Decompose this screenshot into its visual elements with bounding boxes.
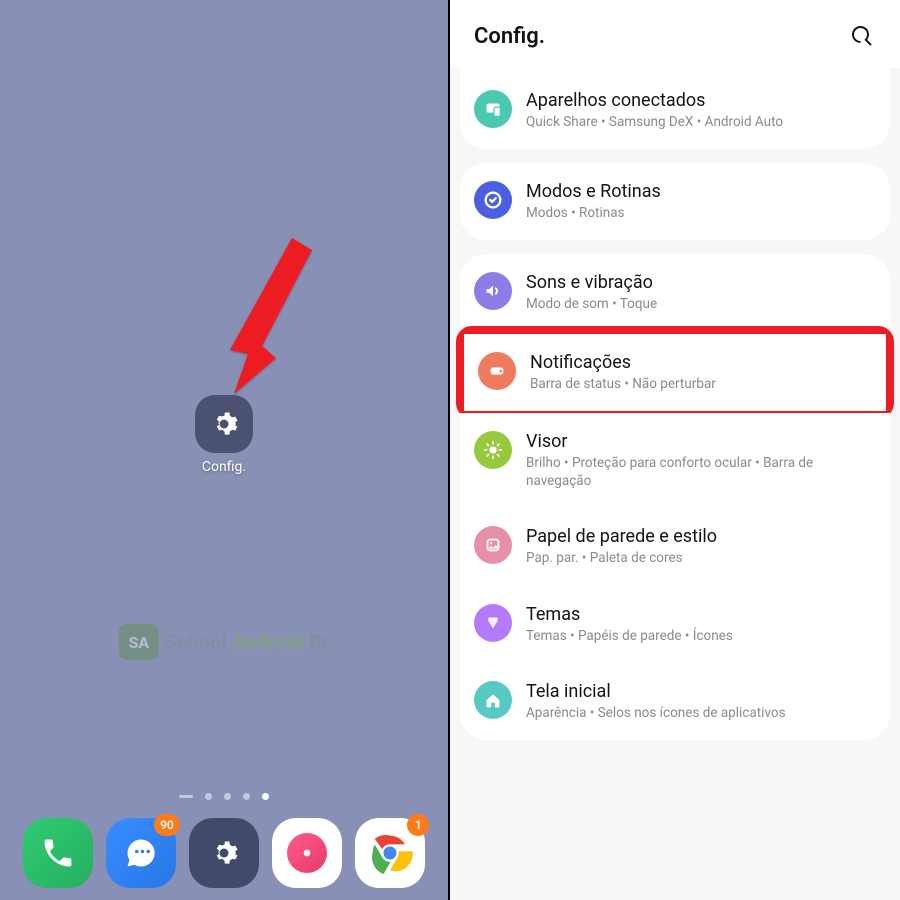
highlight-annotation: Notificações Barra de status • Não pertu… xyxy=(456,326,894,419)
settings-list[interactable]: Wi-Fi • Bluetooth • Gerenciador de chip … xyxy=(450,68,900,900)
display-row[interactable]: Visor Brilho • Proteção para conforto oc… xyxy=(460,413,890,508)
messages-badge: 90 xyxy=(154,814,180,836)
home-screen-row[interactable]: Tela inicial Aparência • Selos nos ícone… xyxy=(460,663,890,740)
search-icon xyxy=(850,24,874,48)
chrome-app-icon[interactable]: 1 xyxy=(355,818,425,888)
chrome-icon xyxy=(364,827,416,879)
row-subtitle: Aparência • Selos nos ícones de aplicati… xyxy=(526,704,876,722)
settings-header: Config. xyxy=(450,0,900,68)
row-subtitle: Pap. par. • Paleta de cores xyxy=(526,549,876,567)
settings-card: Notificações Barra de status • Não pertu… xyxy=(464,334,886,411)
search-button[interactable] xyxy=(848,22,876,50)
settings-card: Modos e Rotinas Modos • Rotinas xyxy=(460,163,890,240)
chat-icon xyxy=(123,835,159,871)
camera-app-icon[interactable] xyxy=(272,818,342,888)
config-app-label: Config. xyxy=(202,459,246,475)
row-title: Sons e vibração xyxy=(526,272,876,293)
row-title: Visor xyxy=(526,431,876,452)
settings-card: Visor Brilho • Proteção para conforto oc… xyxy=(460,413,890,740)
notification-icon xyxy=(478,352,516,390)
devices-icon xyxy=(474,90,512,128)
connected-devices-row[interactable]: Aparelhos conectados Quick Share • Samsu… xyxy=(460,72,890,149)
page-indicator[interactable] xyxy=(179,793,269,800)
sounds-vibration-row[interactable]: Sons e vibração Modo de som • Toque xyxy=(460,254,890,331)
row-subtitle: Quick Share • Samsung DeX • Android Auto xyxy=(526,113,876,131)
gear-icon xyxy=(206,406,242,442)
page-title: Config. xyxy=(474,24,545,49)
notifications-row[interactable]: Notificações Barra de status • Não pertu… xyxy=(464,334,886,411)
camera-icon xyxy=(287,833,327,873)
row-subtitle: Barra de status • Não perturbar xyxy=(530,375,872,393)
gear-icon xyxy=(206,835,242,871)
phone-icon xyxy=(40,835,76,871)
arrow-annotation xyxy=(214,230,324,400)
row-title: Modos e Rotinas xyxy=(526,181,876,202)
row-subtitle: Brilho • Proteção para conforto ocular •… xyxy=(526,454,876,490)
themes-row[interactable]: Temas Temas • Papéis de parede • Ícones xyxy=(460,586,890,663)
row-title: Notificações xyxy=(530,352,872,373)
row-subtitle: Temas • Papéis de parede • Ícones xyxy=(526,627,876,645)
themes-icon xyxy=(474,604,512,642)
display-icon xyxy=(474,431,512,469)
settings-screen: Config. Wi-Fi • Bluetooth • Gerenciador … xyxy=(448,0,900,900)
page-dash xyxy=(179,795,193,798)
row-title: Aparelhos conectados xyxy=(526,90,876,111)
page-dot xyxy=(224,793,231,800)
row-title: Papel de parede e estilo xyxy=(526,526,876,547)
row-title: Temas xyxy=(526,604,876,625)
row-title: Tela inicial xyxy=(526,681,876,702)
config-app-icon[interactable] xyxy=(195,395,253,453)
phone-app-icon[interactable] xyxy=(23,818,93,888)
settings-card: Sons e vibração Modo de som • Toque xyxy=(460,254,890,331)
modes-icon xyxy=(474,181,512,219)
row-subtitle: Modo de som • Toque xyxy=(526,295,876,313)
wallpaper-icon xyxy=(474,526,512,564)
home-screen: Config. SA School Android Br 90 xyxy=(0,0,448,900)
settings-app-icon[interactable] xyxy=(189,818,259,888)
modes-routines-row[interactable]: Modos e Rotinas Modos • Rotinas xyxy=(460,163,890,240)
watermark: SA School Android Br xyxy=(119,624,329,660)
row-subtitle: Modos • Rotinas xyxy=(526,204,876,222)
chrome-badge: 1 xyxy=(407,814,429,836)
dock: 90 1 xyxy=(0,818,448,888)
messages-app-icon[interactable]: 90 xyxy=(106,818,176,888)
page-dot xyxy=(243,793,250,800)
page-dot-active xyxy=(262,793,269,800)
sound-icon xyxy=(474,272,512,310)
settings-card: Wi-Fi • Bluetooth • Gerenciador de chip … xyxy=(460,68,890,149)
home-icon xyxy=(474,681,512,719)
wallpaper-row[interactable]: Papel de parede e estilo Pap. par. • Pal… xyxy=(460,508,890,585)
page-dot xyxy=(205,793,212,800)
